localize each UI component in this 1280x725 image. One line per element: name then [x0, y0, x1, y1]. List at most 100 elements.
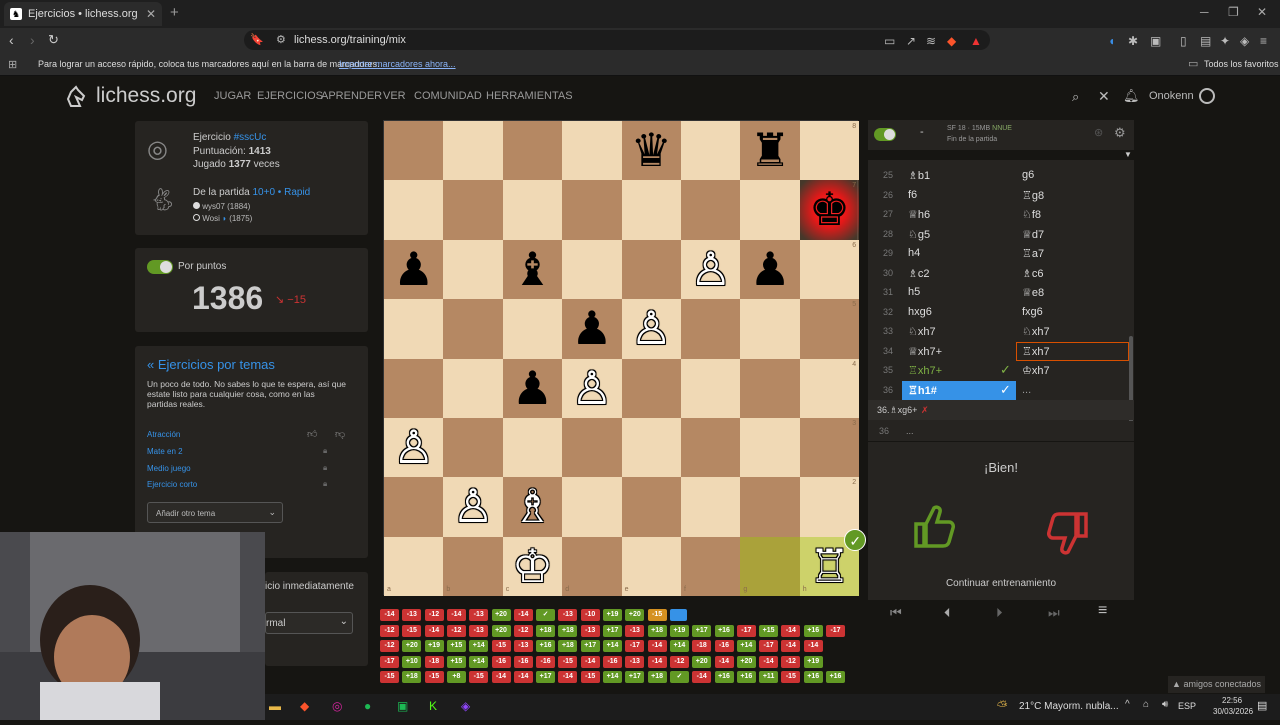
board-square[interactable]: [681, 418, 741, 478]
language-indicator[interactable]: ESP: [1178, 701, 1196, 711]
puzzle-result-chip[interactable]: -16: [536, 655, 556, 668]
black-move[interactable]: ♘f8: [1022, 208, 1041, 221]
clock-date[interactable]: 30/03/2026: [1213, 707, 1253, 716]
puzzle-result-chip[interactable]: +8: [446, 671, 466, 684]
difficulty-select[interactable]: rmal ⌄: [265, 612, 353, 634]
puzzle-result-chip[interactable]: -14: [491, 671, 511, 684]
white-move[interactable]: ♖xh7+: [908, 364, 942, 377]
black-player[interactable]: Wosi: [202, 214, 220, 223]
black-move[interactable]: ♔xh7: [1022, 364, 1050, 377]
puzzle-result-chip[interactable]: +16: [714, 671, 734, 684]
puzzle-result-chip[interactable]: -17: [759, 640, 779, 653]
puzzle-result-chip[interactable]: -17: [826, 624, 845, 637]
settings-gear-icon[interactable]: ⚙: [1114, 125, 1126, 141]
chess-board[interactable]: ♛♜♚♟♝♙♟♟♙♟♙♙♙♗♔♖87654321abcdefgh✓: [383, 120, 867, 597]
kick-icon[interactable]: K: [429, 699, 437, 713]
puzzle-result-chip[interactable]: -14: [692, 671, 712, 684]
black-move[interactable]: ♖xh7: [1022, 345, 1050, 358]
puzzle-result-chip[interactable]: -15: [580, 671, 600, 684]
puzzle-result-chip[interactable]: +14: [469, 640, 489, 653]
board-square[interactable]: [502, 418, 563, 478]
puzzle-result-chip[interactable]: +17: [692, 624, 712, 637]
white-move[interactable]: ♗c2: [908, 267, 929, 280]
new-tab-icon[interactable]: +: [170, 4, 179, 21]
clock-time[interactable]: 22:56: [1222, 696, 1242, 705]
white-king-piece[interactable]: ♔: [503, 537, 562, 596]
puzzle-result-chip[interactable]: +18: [402, 671, 422, 684]
board-square[interactable]: [443, 299, 503, 359]
puzzle-result-chip[interactable]: +17: [580, 640, 600, 653]
black-pawn-piece[interactable]: ♟: [503, 359, 562, 418]
board-square[interactable]: [621, 180, 681, 240]
game-type-link[interactable]: 10+0: [252, 187, 275, 198]
obs-icon[interactable]: ◈: [461, 699, 470, 713]
puzzle-result-chip[interactable]: -12: [669, 655, 689, 668]
puzzle-result-chip[interactable]: -17: [736, 624, 756, 637]
search-icon[interactable]: ⌕: [1072, 89, 1079, 105]
puzzle-result-chip[interactable]: +17: [625, 671, 645, 684]
challenge-icon[interactable]: ✕: [1098, 88, 1110, 105]
puzzle-result-chip[interactable]: +17: [536, 671, 556, 684]
volume-icon[interactable]: 🔊︎: [1162, 699, 1168, 710]
white-pawn-piece[interactable]: ♙: [681, 240, 740, 299]
close-window-icon[interactable]: ✕: [1257, 5, 1267, 19]
board-square[interactable]: [384, 180, 444, 240]
puzzle-result-chip[interactable]: +20: [491, 609, 511, 621]
board-square[interactable]: [384, 477, 444, 537]
puzzle-result-chip[interactable]: +16: [714, 624, 734, 637]
board-square[interactable]: [681, 477, 741, 537]
file-explorer-icon[interactable]: ▬: [269, 699, 281, 713]
board-square[interactable]: [562, 536, 622, 597]
puzzle-result-chip[interactable]: -12: [446, 624, 466, 637]
theme-atraccion[interactable]: Atracción: [147, 430, 180, 439]
puzzle-result-chip[interactable]: +20: [692, 655, 712, 668]
puzzle-id-link[interactable]: #sscUc: [234, 132, 267, 143]
puzzle-result-chip[interactable]: -13: [625, 624, 645, 637]
rss-icon[interactable]: ≋: [926, 34, 936, 48]
puzzle-result-chip[interactable]: -14: [580, 655, 600, 668]
notification-center-icon[interactable]: ▤: [1257, 699, 1267, 712]
spotify-icon[interactable]: ●: [364, 699, 371, 713]
network-icon[interactable]: ⌂: [1143, 699, 1149, 710]
puzzle-result-chip[interactable]: -14: [558, 671, 578, 684]
board-square[interactable]: [681, 536, 741, 597]
puzzle-result-chip[interactable]: -13: [580, 624, 600, 637]
puzzle-result-chip[interactable]: +10: [402, 655, 422, 668]
white-move[interactable]: ♘xh7: [908, 325, 936, 338]
board-square[interactable]: [740, 180, 800, 240]
white-move[interactable]: h4: [908, 247, 920, 259]
puzzle-result-chip[interactable]: -15: [491, 640, 511, 653]
nav-ver[interactable]: VER: [383, 90, 406, 102]
board-square[interactable]: [621, 477, 681, 537]
apps-icon[interactable]: ⊞: [8, 58, 17, 71]
nav-aprender[interactable]: APRENDER: [321, 90, 382, 102]
black-move[interactable]: ♗c6: [1022, 267, 1043, 280]
puzzle-result-chip[interactable]: -18: [424, 655, 444, 668]
prev-move-icon[interactable]: ⏴: [944, 605, 951, 621]
nav-comunidad[interactable]: COMUNIDAD: [414, 90, 482, 102]
board-square[interactable]: [681, 358, 741, 418]
puzzle-result-chip[interactable]: -15: [647, 609, 667, 621]
board-square[interactable]: [562, 418, 622, 478]
wallet-icon[interactable]: ▤: [1200, 34, 1211, 48]
puzzle-result-chip[interactable]: -14: [803, 640, 823, 653]
theme-ejercicio-corto[interactable]: Ejercicio corto: [147, 480, 197, 489]
puzzle-result-chip[interactable]: +18: [536, 624, 556, 637]
puzzle-result-chip[interactable]: +18: [558, 624, 578, 637]
engine-lines-icon[interactable]: ⊛: [1094, 126, 1103, 139]
thumbs-up-vote-icon[interactable]: [912, 502, 956, 555]
board-square[interactable]: [443, 121, 503, 181]
puzzle-result-chip[interactable]: -17: [625, 640, 645, 653]
board-square[interactable]: [502, 121, 563, 181]
puzzle-result-chip[interactable]: -14: [781, 640, 801, 653]
puzzle-result-chip[interactable]: ✓: [669, 671, 689, 684]
puzzle-result-chip[interactable]: -14: [446, 609, 466, 621]
puzzle-result-chip[interactable]: -12: [380, 640, 399, 653]
puzzle-result-chip[interactable]: +17: [603, 624, 622, 637]
puzzle-result-chip[interactable]: -16: [513, 655, 533, 668]
board-square[interactable]: [562, 180, 622, 240]
puzzle-result-chip[interactable]: -13: [625, 655, 645, 668]
black-move[interactable]: ♕d7: [1022, 228, 1044, 241]
instagram-icon[interactable]: ◎: [332, 699, 342, 713]
board-square[interactable]: [740, 477, 800, 537]
